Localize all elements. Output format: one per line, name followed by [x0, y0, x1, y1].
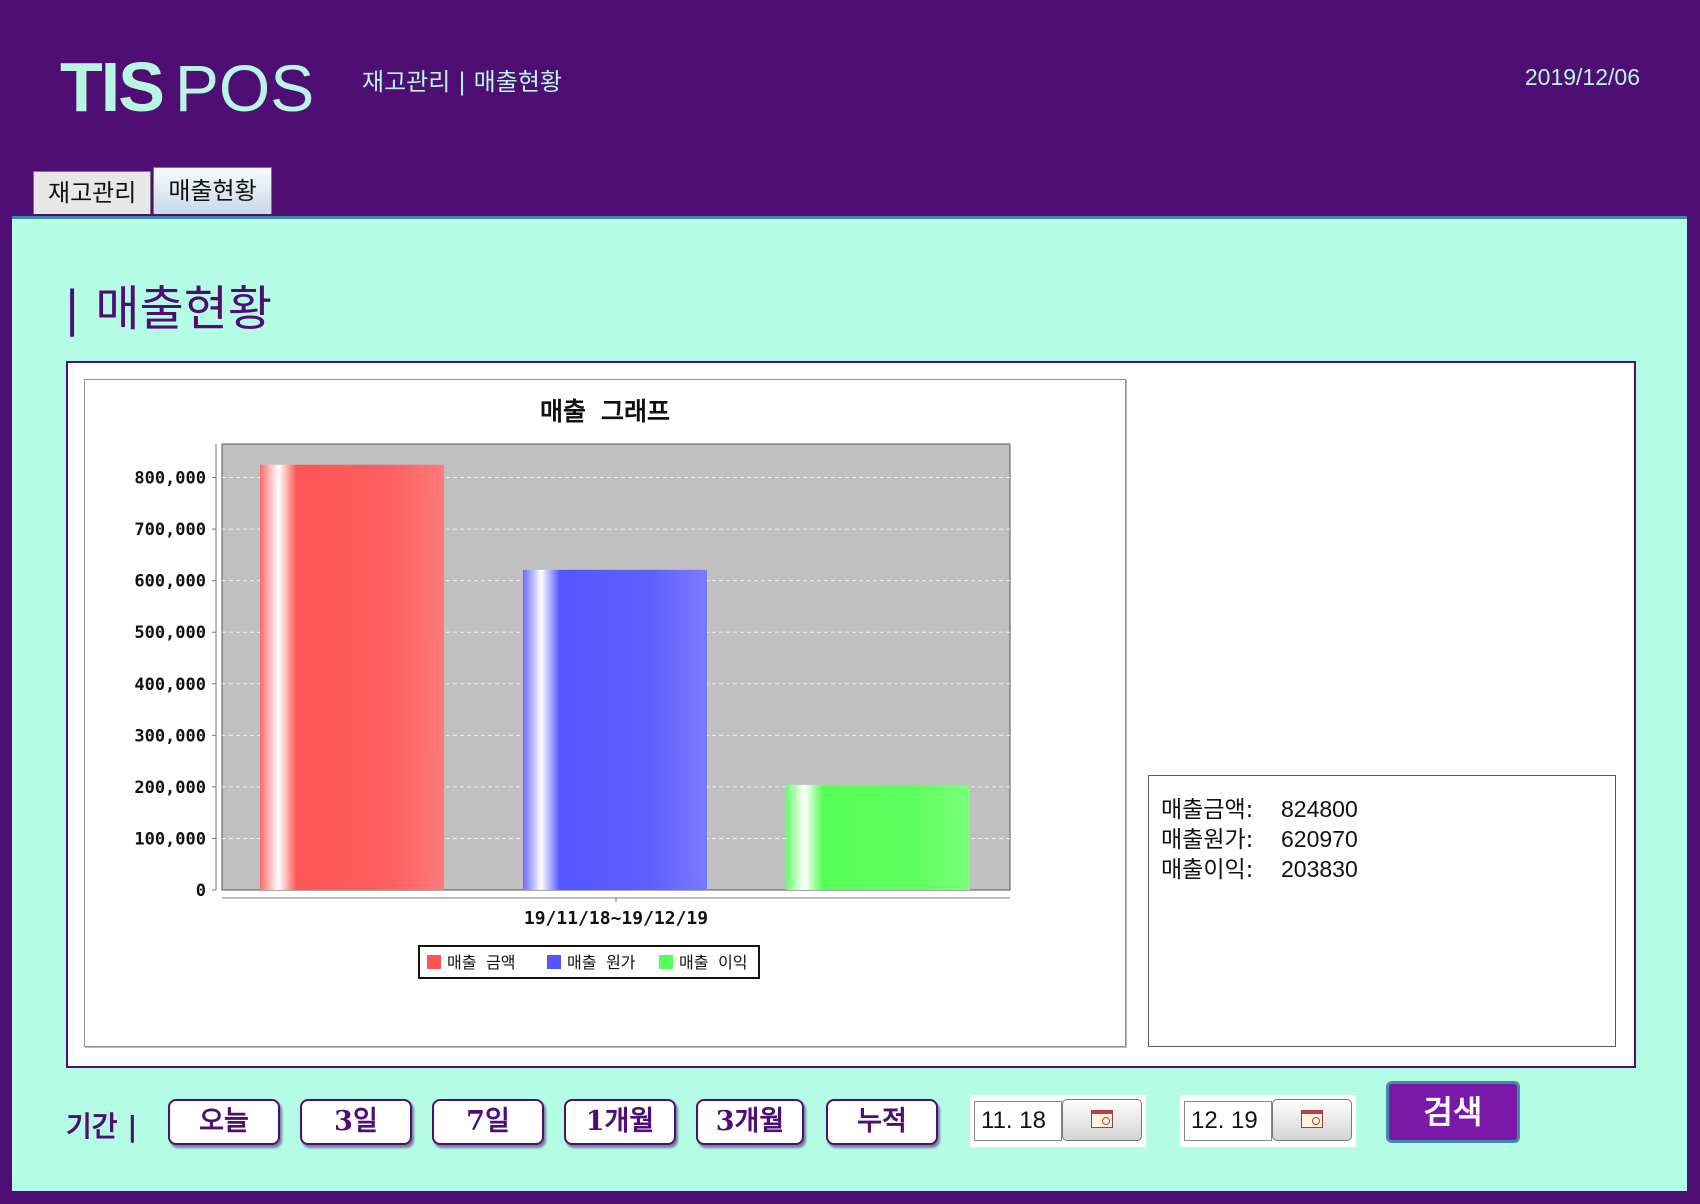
period-7days-button[interactable]: 7일	[432, 1099, 544, 1145]
summary-label: 매출금액:	[1161, 797, 1254, 823]
summary-row-amount: 매출금액: 824800	[1161, 790, 1358, 824]
y-tick-label: 400,000	[134, 675, 206, 695]
bar-profit	[786, 784, 970, 890]
end-calendar-button[interactable]	[1272, 1099, 1352, 1141]
period-3days-button[interactable]: 3일	[300, 1099, 412, 1145]
tab-sales[interactable]: 매출현황	[153, 167, 272, 214]
sales-chart: 매출 그래프 0 100,000 200,000 300,000 400,000 500,…	[134, 397, 1011, 979]
start-calendar-button[interactable]	[1062, 1099, 1142, 1141]
y-tick-label: 100,000	[134, 829, 206, 849]
chart-title: 매출 그래프	[540, 397, 670, 426]
y-axis: 0 100,000 200,000 300,000 400,000 500,000 600,…	[134, 444, 217, 901]
end-date-picker: 12. 19	[1180, 1095, 1356, 1147]
search-button[interactable]: 검색	[1386, 1081, 1520, 1143]
header-date: 2019/12/06	[1524, 64, 1640, 90]
y-tick-label: 300,000	[134, 726, 206, 746]
legend-swatch	[659, 955, 673, 969]
legend-label: 매출 원가	[567, 953, 636, 972]
period-today-button[interactable]: 오늘	[168, 1099, 280, 1145]
logo-product: POS	[174, 51, 315, 125]
x-tick-label: 19/11/18~19/12/19	[524, 908, 708, 929]
y-tick-label: 800,000	[134, 469, 206, 489]
y-tick-label: 600,000	[134, 572, 206, 592]
app-logo: TIS POS	[60, 48, 315, 126]
tab-inventory[interactable]: 재고관리	[33, 171, 152, 214]
app-header: TIS POS 재고관리 | 매출현황 2019/12/06 재고관리 매출현황	[0, 0, 1700, 215]
legend-label: 매출 금액	[447, 953, 516, 972]
x-axis: 19/11/18~19/12/19	[222, 897, 1010, 929]
legend-label: 매출 이익	[679, 953, 748, 972]
summary-value: 203830	[1281, 856, 1358, 882]
chart-legend: 매출 금액 매출 원가 매출 이익	[418, 945, 760, 979]
period-label: 기간 |	[66, 1110, 138, 1143]
logo-brand: TIS	[60, 48, 165, 126]
start-date-input[interactable]: 11. 18	[974, 1101, 1062, 1141]
sales-panel: 매출 그래프 0 100,000 200,000 300,000 400,000 500,…	[66, 361, 1636, 1068]
sales-chart-box: 매출 그래프 0 100,000 200,000 300,000 400,000 500,…	[84, 379, 1126, 1047]
summary-row-cost: 매출원가: 620970	[1161, 820, 1358, 854]
summary-label: 매출원가:	[1161, 827, 1254, 853]
period-1month-button[interactable]: 1개월	[564, 1099, 676, 1145]
y-tick-label: 700,000	[134, 520, 206, 540]
main-content: | 매출현황 매출 그래프 0 100,000 200,000 300,000 …	[12, 216, 1687, 1191]
end-date-input[interactable]: 12. 19	[1184, 1101, 1272, 1141]
y-tick-label: 500,000	[134, 623, 206, 643]
calendar-icon	[1091, 1110, 1113, 1128]
breadcrumb: 재고관리 | 매출현황	[362, 68, 562, 96]
summary-value: 824800	[1281, 796, 1358, 822]
y-tick-label: 0	[196, 881, 206, 901]
start-date-picker: 11. 18	[970, 1095, 1146, 1147]
legend-swatch	[547, 955, 561, 969]
bar-amount	[260, 464, 444, 890]
calendar-icon	[1301, 1110, 1323, 1128]
period-cumulative-button[interactable]: 누적	[826, 1099, 938, 1145]
page-title: | 매출현황	[64, 281, 273, 337]
period-3months-button[interactable]: 3개월	[696, 1099, 804, 1145]
summary-row-profit: 매출이익: 203830	[1161, 850, 1358, 884]
bar-cost	[523, 569, 707, 890]
summary-label: 매출이익:	[1161, 857, 1254, 883]
summary-value: 620970	[1281, 826, 1358, 852]
y-tick-label: 200,000	[134, 778, 206, 798]
tab-bar: 재고관리 매출현황	[33, 167, 274, 214]
sales-summary: 매출금액: 824800 매출원가: 620970 매출이익: 203830	[1148, 775, 1616, 1047]
legend-swatch	[427, 955, 441, 969]
